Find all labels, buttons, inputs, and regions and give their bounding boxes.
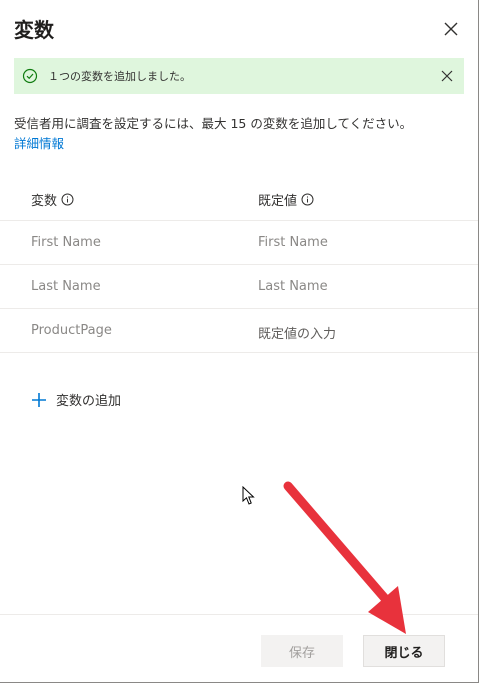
variables-dialog: 変数 １つの変数を追加しました。 受信者用に調査を設定するには、最大 15 の変… (0, 0, 479, 683)
variable-input[interactable]: First Name (31, 235, 101, 250)
info-icon[interactable] (61, 193, 74, 206)
description-text: 受信者用に調査を設定するには、最大 15 の変数を追加してください。 (14, 116, 413, 131)
add-variable-button[interactable]: 変数の追加 (30, 390, 121, 409)
add-variable-label: 変数の追加 (56, 394, 122, 409)
success-check-icon (22, 68, 38, 84)
variable-input[interactable]: Last Name (31, 279, 101, 294)
close-icon[interactable] (440, 18, 462, 40)
default-input[interactable]: First Name (258, 235, 328, 250)
success-banner: １つの変数を追加しました。 (14, 58, 464, 94)
default-input[interactable]: 既定値の入力 (258, 323, 336, 342)
header-variable-label: 変数 (31, 194, 58, 209)
description: 受信者用に調査を設定するには、最大 15 の変数を追加してください。 詳細情報 (14, 114, 469, 154)
banner-close-icon[interactable] (440, 69, 454, 83)
table-row: First Name First Name (0, 221, 478, 265)
header-default-label: 既定値 (258, 194, 298, 209)
table-row: ProductPage 既定値の入力 (0, 309, 478, 353)
learn-more-link[interactable]: 詳細情報 (14, 134, 469, 154)
save-button[interactable]: 保存 (261, 635, 343, 667)
close-button[interactable]: 閉じる (363, 635, 445, 667)
table-header: 変数 既定値 (0, 178, 478, 221)
dialog-title: 変数 (14, 18, 54, 42)
info-icon[interactable] (301, 193, 314, 206)
default-input[interactable]: Last Name (258, 279, 328, 294)
mouse-cursor-icon (242, 486, 255, 505)
table-row: Last Name Last Name (0, 265, 478, 309)
banner-message: １つの変数を追加しました。 (48, 70, 191, 83)
header-variable: 変数 (31, 190, 74, 209)
variable-input[interactable]: ProductPage (31, 323, 112, 338)
dialog-footer: 保存 閉じる (0, 614, 478, 683)
header-default: 既定値 (258, 190, 314, 209)
plus-icon (32, 392, 46, 407)
